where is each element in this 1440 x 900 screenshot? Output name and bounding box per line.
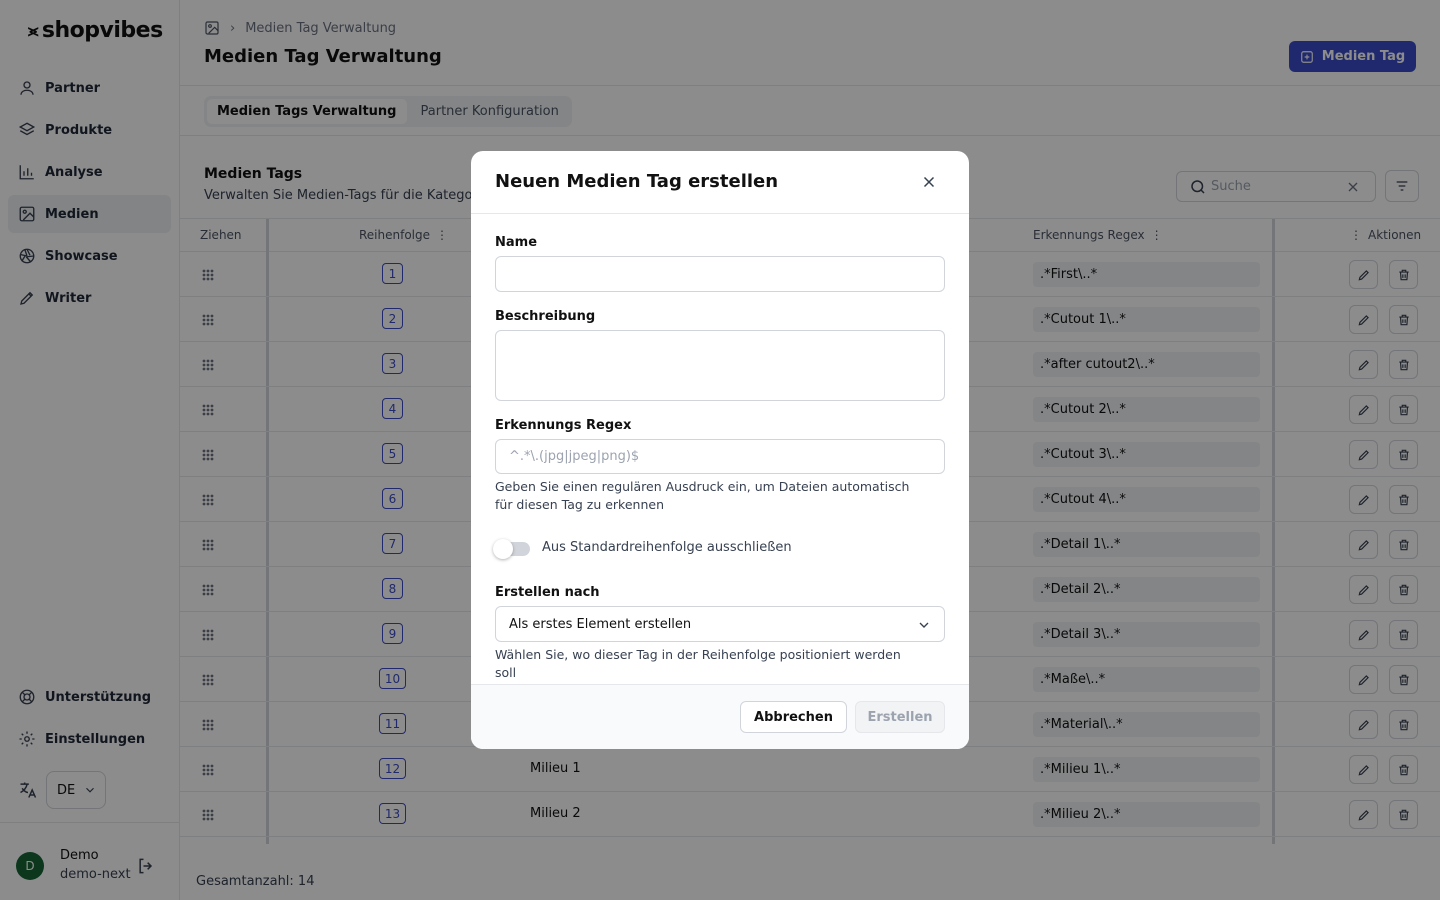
description-label: Beschreibung — [495, 309, 596, 324]
create-media-tag-dialog: Neuen Medien Tag erstellen Name Beschrei… — [471, 151, 969, 749]
cancel-button[interactable]: Abbrechen — [740, 701, 847, 733]
chevron-down-icon — [919, 622, 929, 628]
regex-input[interactable] — [495, 439, 945, 474]
exclude-order-toggle[interactable] — [493, 539, 530, 559]
create-after-value: Als erstes Element erstellen — [509, 616, 692, 632]
toggle-knob — [493, 539, 513, 559]
name-label: Name — [495, 235, 538, 250]
dialog-header: Neuen Medien Tag erstellen — [471, 151, 969, 214]
create-after-label: Erstellen nach — [495, 585, 600, 600]
dialog-title: Neuen Medien Tag erstellen — [495, 171, 779, 192]
close-icon[interactable] — [920, 173, 938, 191]
create-button[interactable]: Erstellen — [855, 701, 945, 733]
create-after-select[interactable]: Als erstes Element erstellen — [495, 606, 945, 642]
create-after-help: Wählen Sie, wo dieser Tag in der Reihenf… — [495, 647, 901, 680]
description-textarea[interactable] — [495, 330, 945, 401]
regex-label: Erkennungs Regex — [495, 418, 632, 433]
dialog-footer: Abbrechen Erstellen — [471, 684, 969, 749]
exclude-order-label: Aus Standardreihenfolge ausschließen — [542, 540, 792, 555]
regex-help: Geben Sie einen regulären Ausdruck ein, … — [495, 479, 910, 512]
name-input[interactable] — [495, 256, 945, 292]
